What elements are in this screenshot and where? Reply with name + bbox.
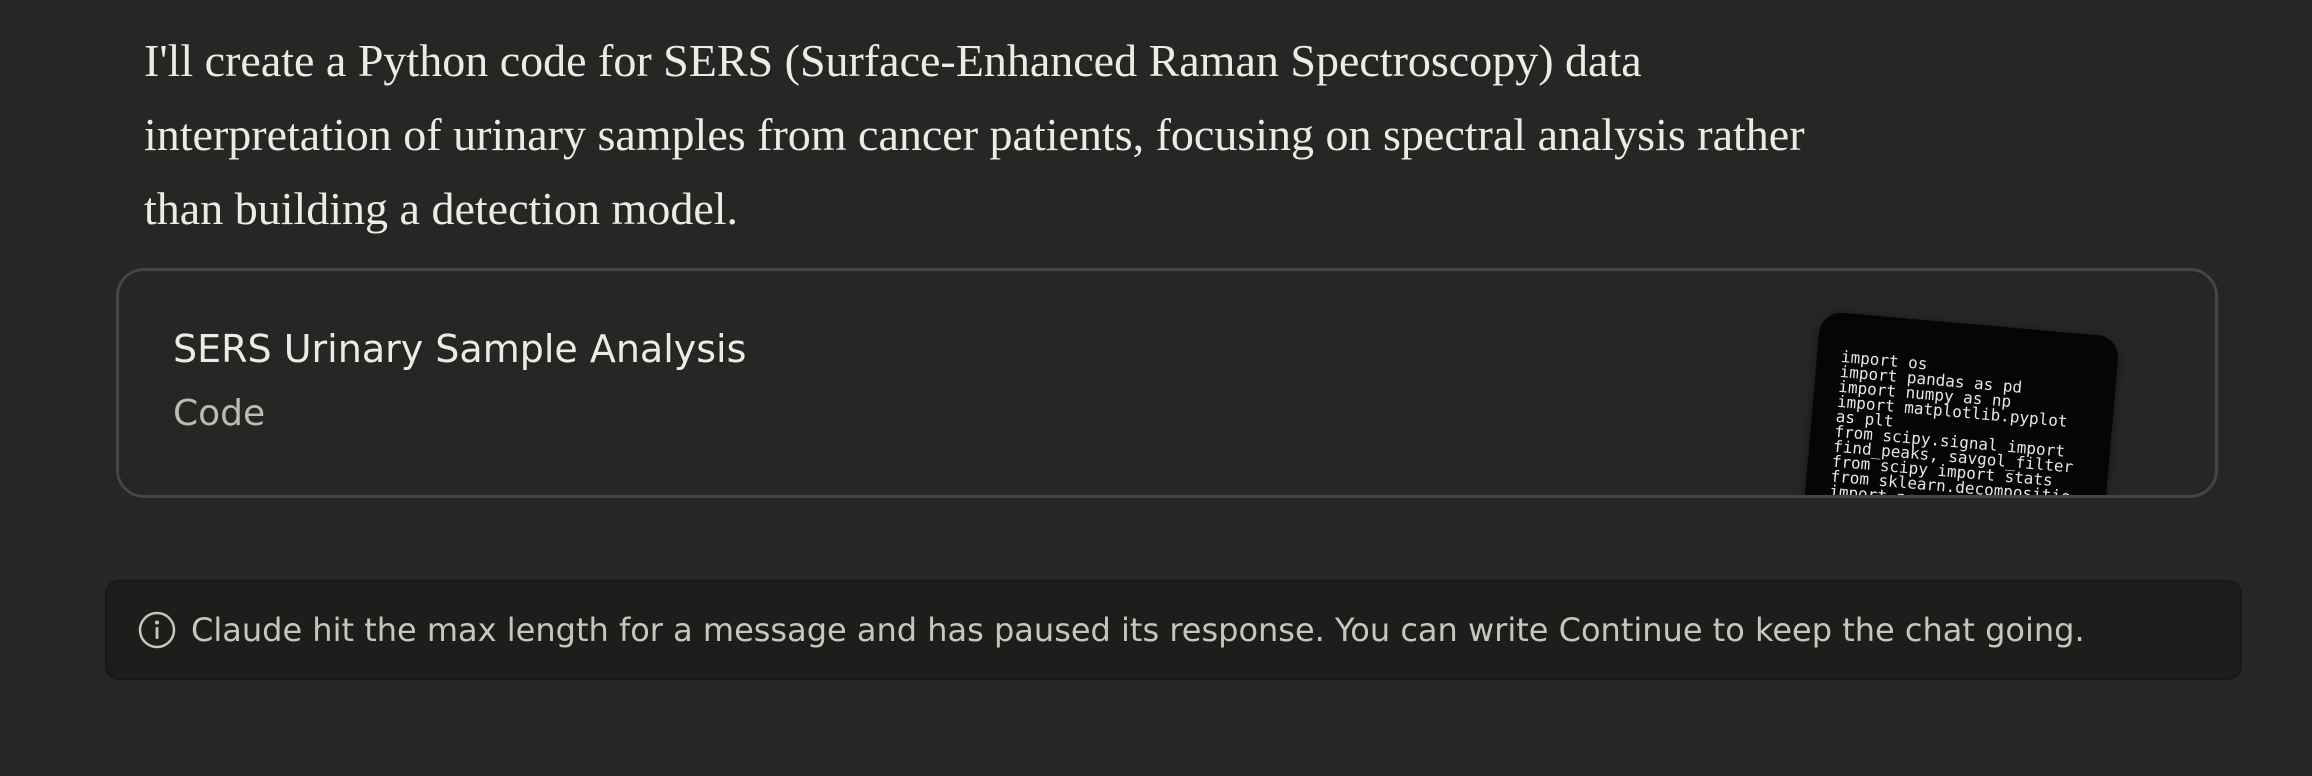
code-preview-text: import os import pandas as pd import num… (1805, 311, 2120, 495)
info-icon (138, 611, 176, 649)
artifact-type-label: Code (173, 393, 266, 434)
artifact-card[interactable]: SERS Urinary Sample Analysis Code import… (116, 268, 2218, 498)
max-length-notice: Claude hit the max length for a message … (105, 580, 2242, 680)
message-line: I'll create a Python code for SERS (Surf… (144, 35, 1642, 86)
notice-text: Claude hit the max length for a message … (191, 611, 2085, 649)
message-line: interpretation of urinary samples from c… (144, 109, 1805, 160)
code-preview-thumbnail: import os import pandas as pd import num… (1800, 311, 2120, 495)
message-line: than building a detection model. (144, 183, 739, 234)
artifact-title: SERS Urinary Sample Analysis (173, 327, 747, 371)
assistant-message: I'll create a Python code for SERS (Surf… (144, 24, 2134, 246)
